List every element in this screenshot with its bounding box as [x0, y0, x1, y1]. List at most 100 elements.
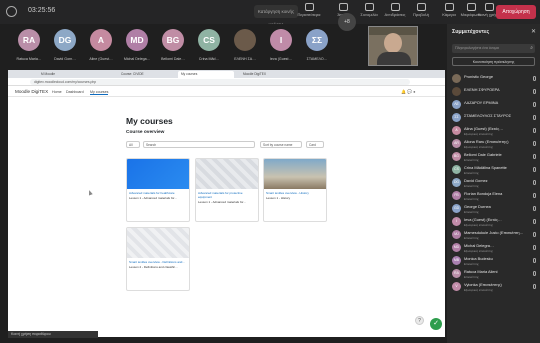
more-button[interactable]: Περισσότερα: [296, 2, 322, 22]
browser-tab[interactable]: Moodle DigiTEX: [240, 71, 296, 78]
participant-name: Monica Budesku: [464, 256, 493, 261]
participant-tile[interactable]: BG Bellomi Dale…: [158, 29, 188, 61]
participants-panel: Συμμετέχοντες ✕ Πληκτρολογήστε ένα όνομα…: [447, 24, 540, 343]
participant-row[interactable]: V Vylonka (Επισκέπτης) Εξωτερικός επισκέπτ…: [447, 280, 540, 293]
participant-tile[interactable]: A Aline (Guest…: [86, 29, 116, 61]
course-image: [127, 228, 189, 258]
participant-row[interactable]: AR Aliona Raru (Επισκέπτης) Εξωτερικός επι…: [447, 137, 540, 150]
avatar: MJ: [452, 230, 461, 239]
participant-name: Aliona Raru (Επισκέπτης): [464, 139, 509, 144]
participant-row[interactable]: CS Crina Mădălina Spanette Επισκέπτης: [447, 163, 540, 176]
nav-home[interactable]: Home: [52, 90, 62, 94]
microphone-icon: [533, 141, 536, 146]
participant-row[interactable]: MB Monica Budesku Επισκέπτης: [447, 254, 540, 267]
course-title[interactable]: Lesson 1 - History: [264, 195, 326, 201]
checkmark-button[interactable]: ✓: [430, 318, 442, 330]
meeting-timer: 03:25:56: [28, 7, 56, 14]
avatar: A: [90, 29, 112, 51]
course-card[interactable]: Advanced materials for protective equipm…: [195, 158, 259, 222]
participant-row[interactable]: MJ Mamesdukule Justo (Επισκέπτη… Επισκέπτη…: [447, 228, 540, 241]
participant-tile[interactable]: ΕΛΕΝΗ ΣΑ…: [230, 29, 260, 61]
participant-tile[interactable]: RA Ratuca Maria…: [14, 29, 44, 61]
page-title: My courses: [126, 116, 173, 126]
course-category[interactable]: Smart textiles overview - Definitions an…: [127, 258, 189, 264]
chat-button[interactable]: Συνομιλία: [356, 2, 382, 22]
participant-role: Επισκέπτης: [464, 209, 479, 214]
avatar: DG: [452, 178, 461, 187]
toolbar-button-label: Συνομιλία: [360, 12, 378, 17]
navbar-icons[interactable]: 🔔 💬 ●: [401, 89, 441, 95]
panel-title: Συμμετέχοντες: [452, 29, 490, 35]
toolbar-button-label: Κάμερα: [442, 12, 456, 17]
participant-search-input[interactable]: Πληκτρολογήστε ένα όνομα ⌕: [452, 44, 535, 53]
participant-role: Επισκέπτης: [464, 261, 479, 266]
view-button[interactable]: Προβολή: [408, 2, 434, 22]
view-select[interactable]: Card: [306, 141, 324, 148]
course-search-input[interactable]: Search: [143, 141, 255, 148]
browser-tab[interactable]: My courses: [178, 71, 234, 78]
avatar: RA: [452, 269, 461, 278]
filter-all-select[interactable]: All: [126, 141, 140, 148]
participant-row[interactable]: MD Michał Delegra… Εξωτερικός επισκέπτης: [447, 241, 540, 254]
participant-tile[interactable]: CS Crina Mãd…: [194, 29, 224, 61]
course-card[interactable]: Smart textiles overview - History Lesson …: [263, 158, 327, 222]
participant-row[interactable]: GD George Durnea Επισκέπτης: [447, 202, 540, 215]
participant-row[interactable]: DG David Gomez Επισκέπτης: [447, 176, 540, 189]
participant-row[interactable]: ΕΛΕΝΗ ΣΦΥΡΟΕΡΑ: [447, 85, 540, 98]
participant-tile[interactable]: MD Michal Delega…: [122, 29, 152, 61]
course-card[interactable]: Smart textiles overview - Definitions an…: [126, 227, 190, 291]
avatar: V: [452, 282, 461, 291]
share-invite-button[interactable]: Κοινοποίηση πρόσκλησης: [452, 57, 535, 66]
avatar: DG: [54, 29, 76, 51]
browser-tab[interactable]: Μ Moodle: [38, 71, 94, 78]
nav-my-courses[interactable]: My courses: [90, 90, 109, 95]
participant-name: Pronistic George: [464, 74, 493, 79]
participant-row[interactable]: RA Ratuca Maria Alieni Επισκέπτης: [447, 267, 540, 280]
help-button[interactable]: ?: [415, 316, 424, 325]
url-field[interactable]: digitex.moodlecloud.com/my/courses.php: [30, 79, 410, 85]
browser-tabs: Μ Moodle Course: CIVIDE My courses Moodle D…: [8, 70, 445, 78]
participant-name: Crina Mădălina Spanette: [464, 165, 507, 170]
meeting-toolbar: 03:25:56 Κατάργηση κοινής χρήσης Περισσό…: [0, 0, 540, 27]
avatar: A: [452, 126, 461, 135]
avatar: MB: [452, 256, 461, 265]
browser-address-bar: digitex.moodlecloud.com/my/courses.php: [8, 78, 445, 86]
close-icon[interactable]: ✕: [531, 28, 536, 35]
participant-role: Εξωτερικός επισκέπτης: [464, 144, 493, 149]
microphone-icon: [533, 115, 536, 120]
participant-row[interactable]: Pronistic George: [447, 72, 540, 85]
participant-row[interactable]: FB Florian Bondoja Elena Επισκέπτης: [447, 189, 540, 202]
participant-role: Εξωτερικός επισκέπτης: [464, 222, 493, 227]
participant-row[interactable]: ΣΣ ΣΤΑΜΕΛΟΥΛΟΣ ΣΤΑΥΡΟΣ: [447, 111, 540, 124]
microphone-icon: [533, 271, 536, 276]
participant-row[interactable]: I Ieva (Guest) (Εκτός… Εξωτερικός επισκέπτ…: [447, 215, 540, 228]
participant-row[interactable]: A Alina (Guest) (Εκτός… Εξωτερικός επισκέπ…: [447, 124, 540, 137]
participant-row[interactable]: BG Bellomi Dale Gabriele Επισκέπτης: [447, 150, 540, 163]
course-title[interactable]: Lesson 2 - Definitions and classific…: [127, 264, 189, 270]
course-title[interactable]: Lesson 1 - Advanced materials for…: [196, 199, 258, 205]
participant-role: Επισκέπτης: [464, 170, 479, 175]
avatar: BG: [452, 152, 461, 161]
course-card[interactable]: Advanced materials for healthcare Lesson …: [126, 158, 190, 222]
participant-tile[interactable]: ΣΣ ΣΤΑΜΕΛΟ…: [302, 29, 332, 61]
more-participants-button[interactable]: +8: [338, 13, 356, 31]
participant-name: Michal Delega…: [123, 57, 151, 61]
course-title[interactable]: Lesson 1 - Advanced materials for…: [127, 195, 189, 201]
microphone-icon: [533, 193, 536, 198]
site-brand[interactable]: Moodle DigiTEX: [15, 89, 48, 94]
participant-role: Εξωτερικός επισκέπτης: [464, 131, 493, 136]
browser-tab[interactable]: Course: CIVIDE: [118, 71, 174, 78]
participant-row[interactable]: ΛΕ ΛΑΖΑΡΟΥ ΕΡΜΙΝΑ: [447, 98, 540, 111]
microphone-icon: [533, 206, 536, 211]
sort-select[interactable]: Sort by course name: [260, 141, 302, 148]
participant-name: Ieva (Guest…: [269, 57, 293, 61]
course-category[interactable]: Advanced materials for protective equipm…: [196, 189, 258, 199]
nav-dashboard[interactable]: Dashboard: [66, 90, 84, 94]
microphone-icon: [533, 89, 536, 94]
stop-sharing-button[interactable]: Κατάργηση κοινής χρήσης: [254, 5, 298, 27]
reactions-button[interactable]: Αντιδράσεις: [382, 2, 408, 22]
participant-tile[interactable]: DG David Gorn…: [50, 29, 80, 61]
participant-tile[interactable]: I Ieva (Guest…: [266, 29, 296, 61]
leave-button[interactable]: Αποχώρηση: [496, 5, 536, 19]
toolbar-button-label: Περισσότερα: [297, 12, 321, 17]
